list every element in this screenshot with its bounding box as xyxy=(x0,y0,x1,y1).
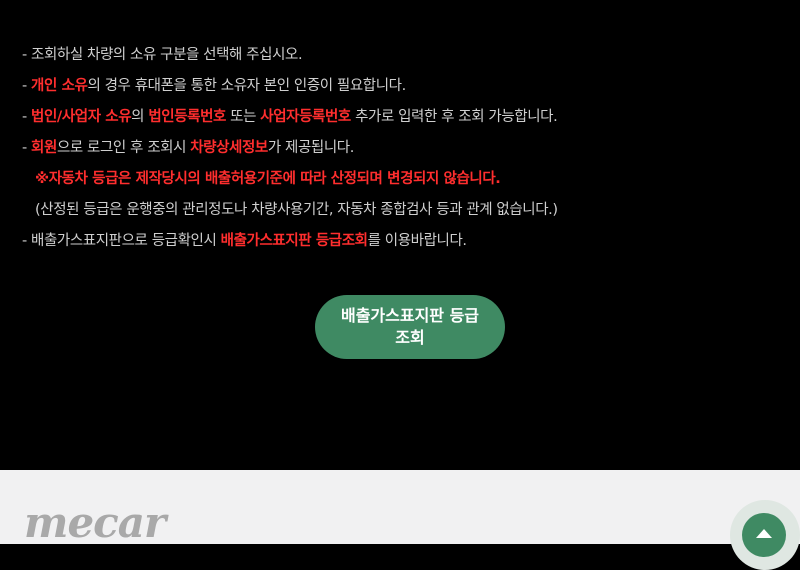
notice-text: - 조회하실 차량의 소유 구분을 선택해 주십시오. xyxy=(22,47,303,63)
notice-text: - xyxy=(22,78,32,94)
notice-line-grade-note: (산정된 등급은 운행중의 관리정도나 차량사용기간, 자동차 종합검사 등과 … xyxy=(22,195,792,226)
notice-list: - 조회하실 차량의 소유 구분을 선택해 주십시오. - 개인 소유의 경우 … xyxy=(22,40,792,257)
notice-text: - 배출가스표지판으로 등급확인시 xyxy=(22,233,221,249)
highlight-emission-plate-lookup: 배출가스표지판 등급조회 xyxy=(220,233,368,249)
notice-text: 의 경우 휴대폰을 통한 소유자 본인 인증이 필요합니다. xyxy=(87,78,406,94)
notice-text: 추가로 입력한 후 조회 가능합니다. xyxy=(350,109,558,125)
emission-plate-grade-lookup-button[interactable]: 배출가스표지판 등급 조회 xyxy=(315,295,505,359)
notice-text: 를 이용바랍니다. xyxy=(367,233,467,249)
notice-line-grade-warning: ※자동차 등급은 제작당시의 배출허용기준에 따라 산정되며 변경되지 않습니다… xyxy=(22,164,792,195)
notice-text: (산정된 등급은 운행중의 관리정도나 차량사용기간, 자동차 종합검사 등과 … xyxy=(35,202,558,218)
notice-text: - xyxy=(22,140,32,156)
footer: mecar xyxy=(0,470,800,544)
highlight-corporate-number: 법인등록번호 xyxy=(148,109,226,125)
notice-text: 또는 xyxy=(225,109,261,125)
notice-text: ※자동차 등급은 제작당시의 배출허용기준에 따라 산정되며 변경되지 않습니다… xyxy=(35,171,501,187)
notice-text: - xyxy=(22,109,32,125)
notice-line-corporate: - 법인/사업자 소유의 법인등록번호 또는 사업자등록번호 추가로 입력한 후… xyxy=(22,102,792,133)
highlight-vehicle-details: 차량상세정보 xyxy=(190,140,268,156)
notice-line-select-ownership: - 조회하실 차량의 소유 구분을 선택해 주십시오. xyxy=(22,40,792,71)
highlight-corporate-ownership: 법인/사업자 소유 xyxy=(31,109,132,125)
highlight-member: 회원 xyxy=(31,140,57,156)
notice-line-member: - 회원으로 로그인 후 조회시 차량상세정보가 제공됩니다. xyxy=(22,133,792,164)
highlight-business-number: 사업자등록번호 xyxy=(260,109,351,125)
notice-line-personal: - 개인 소유의 경우 휴대폰을 통한 소유자 본인 인증이 필요합니다. xyxy=(22,71,792,102)
scroll-top-button[interactable] xyxy=(742,513,786,557)
notice-text: 으로 로그인 후 조회시 xyxy=(56,140,191,156)
notice-text: 의 xyxy=(131,109,149,125)
mecar-logo: mecar xyxy=(24,498,166,547)
notice-line-emission-plate: - 배출가스표지판으로 등급확인시 배출가스표지판 등급조회를 이용바랍니다. xyxy=(22,226,792,257)
caret-up-icon xyxy=(756,529,772,538)
highlight-personal-ownership: 개인 소유 xyxy=(31,78,88,94)
notice-text: 가 제공됩니다. xyxy=(267,140,354,156)
